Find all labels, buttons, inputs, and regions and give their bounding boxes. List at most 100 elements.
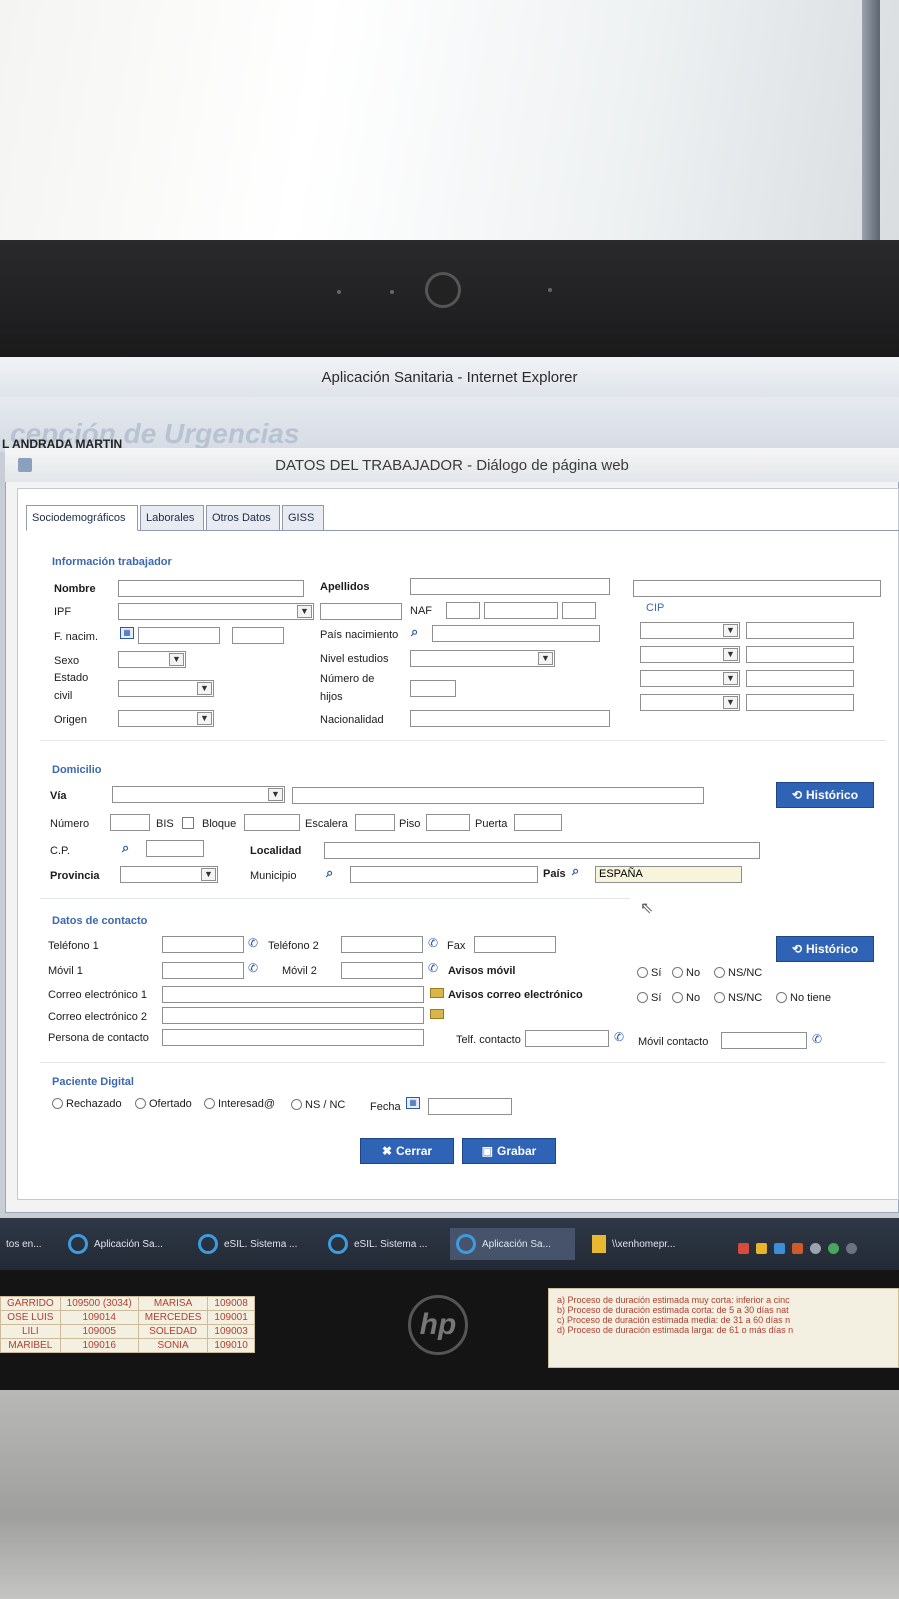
interesado-radio[interactable] — [204, 1098, 215, 1109]
via-type-select[interactable]: ▼ — [112, 786, 285, 803]
pais-input[interactable]: ESPAÑA — [595, 866, 742, 883]
naf-part2-input[interactable] — [484, 602, 558, 619]
search-icon[interactable]: ⌕ — [572, 864, 585, 877]
search-icon[interactable]: ⌕ — [411, 625, 424, 638]
phone-icon[interactable]: ✆ — [614, 1030, 624, 1044]
fnacim-input[interactable] — [138, 627, 220, 644]
divider — [40, 898, 630, 899]
nombre-input[interactable] — [118, 580, 304, 597]
table-cell: 109016 — [59, 1338, 139, 1353]
nivel-estudios-select[interactable]: ▼ — [410, 650, 555, 667]
historico-domicilio-button[interactable]: ⟲ Histórico — [776, 782, 874, 808]
cip-input-4[interactable] — [746, 694, 854, 711]
naf-part1-input[interactable] — [446, 602, 480, 619]
cip-select-2[interactable]: ▼ — [640, 646, 740, 663]
avisos-correo-no-radio[interactable] — [672, 992, 683, 1003]
tray-app-icon[interactable] — [792, 1243, 803, 1254]
tab-sociodemograficos[interactable]: Sociodemográficos — [26, 505, 138, 531]
mail-icon[interactable] — [430, 988, 444, 998]
provincia-select[interactable]: ▼ — [120, 866, 218, 883]
tab-laborales[interactable]: Laborales — [140, 505, 204, 531]
tray-app-icon[interactable] — [774, 1243, 785, 1254]
naf-part3-input[interactable] — [562, 602, 596, 619]
telefono2-input[interactable] — [341, 936, 423, 953]
note-line: b) Proceso de duración estimada corta: d… — [557, 1305, 789, 1315]
estado-civil-select[interactable]: ▼ — [118, 680, 214, 697]
localidad-input[interactable] — [324, 842, 760, 859]
ipf-input[interactable] — [320, 603, 402, 620]
apellido2-input[interactable] — [633, 580, 881, 597]
cip-select-3[interactable]: ▼ — [640, 670, 740, 687]
historico-contacto-button[interactable]: ⟲ Histórico — [776, 936, 874, 962]
avisos-correo-nsnc-radio[interactable] — [714, 992, 725, 1003]
telf-contacto-input[interactable] — [525, 1030, 609, 1047]
phone-icon[interactable]: ✆ — [812, 1032, 822, 1046]
tray-app-icon[interactable] — [810, 1243, 821, 1254]
bis-checkbox[interactable] — [182, 817, 194, 829]
escalera-input[interactable] — [355, 814, 395, 831]
desk-background — [0, 1390, 899, 1599]
phone-icon[interactable]: ✆ — [428, 936, 438, 950]
taskbar-item[interactable]: eSIL. Sistema ... — [322, 1228, 440, 1260]
persona-contacto-input[interactable] — [162, 1029, 424, 1046]
pais-nacimiento-input[interactable] — [432, 625, 600, 642]
cerrar-button[interactable]: ✖ Cerrar — [360, 1138, 454, 1164]
fax-input[interactable] — [474, 936, 556, 953]
label-rechazado: Rechazado — [66, 1098, 122, 1110]
tray-app-icon[interactable] — [846, 1243, 857, 1254]
municipio-input[interactable] — [350, 866, 538, 883]
rechazado-radio[interactable] — [52, 1098, 63, 1109]
puerta-input[interactable] — [514, 814, 562, 831]
movil2-input[interactable] — [341, 962, 423, 979]
nsnc-radio[interactable] — [291, 1099, 302, 1110]
tab-giss[interactable]: GISS — [282, 505, 324, 531]
phone-icon[interactable]: ✆ — [248, 936, 258, 950]
avisos-movil-no-radio[interactable] — [672, 967, 683, 978]
taskbar-item[interactable]: Aplicación Sa... — [450, 1228, 575, 1260]
taskbar-item[interactable]: \\xenhomepr... — [586, 1228, 712, 1260]
origen-select[interactable]: ▼ — [118, 710, 214, 727]
taskbar-item[interactable]: Aplicación Sa... — [62, 1228, 182, 1260]
search-icon[interactable]: ⌕ — [122, 841, 135, 854]
mail-icon[interactable] — [430, 1009, 444, 1019]
apellido1-input[interactable] — [410, 578, 610, 595]
cip-select-1[interactable]: ▼ — [640, 622, 740, 639]
search-icon[interactable]: ⌕ — [326, 866, 339, 879]
numero-input[interactable] — [110, 814, 150, 831]
tray-app-icon[interactable] — [738, 1243, 749, 1254]
cp-input[interactable] — [146, 840, 204, 857]
bloque-input[interactable] — [244, 814, 300, 831]
taskbar-item[interactable]: tos en... — [0, 1228, 50, 1260]
grabar-button[interactable]: ▣ Grabar — [462, 1138, 556, 1164]
correo2-input[interactable] — [162, 1007, 424, 1024]
cip-input-2[interactable] — [746, 646, 854, 663]
avisos-movil-si-radio[interactable] — [637, 967, 648, 978]
cip-input-1[interactable] — [746, 622, 854, 639]
sexo-select[interactable]: ▼ — [118, 651, 186, 668]
cip-input-3[interactable] — [746, 670, 854, 687]
avisos-correo-no-tiene-radio[interactable] — [776, 992, 787, 1003]
correo1-input[interactable] — [162, 986, 424, 1003]
ipf-type-select[interactable]: ▼ — [118, 603, 314, 620]
ofertado-radio[interactable] — [135, 1098, 146, 1109]
movil1-input[interactable] — [162, 962, 244, 979]
tray-app-icon[interactable] — [756, 1243, 767, 1254]
fecha-input[interactable] — [428, 1098, 512, 1115]
via-input[interactable] — [292, 787, 704, 804]
edad-input[interactable] — [232, 627, 284, 644]
calendar-icon[interactable]: ▦ — [120, 627, 134, 639]
telefono1-input[interactable] — [162, 936, 244, 953]
avisos-correo-si-radio[interactable] — [637, 992, 648, 1003]
movil-contacto-input[interactable] — [721, 1032, 807, 1049]
avisos-movil-nsnc-radio[interactable] — [714, 967, 725, 978]
tray-app-icon[interactable] — [828, 1243, 839, 1254]
numero-hijos-input[interactable] — [410, 680, 456, 697]
phone-icon[interactable]: ✆ — [248, 961, 258, 975]
tab-otros-datos[interactable]: Otros Datos — [206, 505, 280, 531]
cip-select-4[interactable]: ▼ — [640, 694, 740, 711]
piso-input[interactable] — [426, 814, 470, 831]
calendar-icon[interactable]: ▦ — [406, 1097, 420, 1109]
nacionalidad-input[interactable] — [410, 710, 610, 727]
phone-icon[interactable]: ✆ — [428, 961, 438, 975]
taskbar-item[interactable]: eSIL. Sistema ... — [192, 1228, 310, 1260]
